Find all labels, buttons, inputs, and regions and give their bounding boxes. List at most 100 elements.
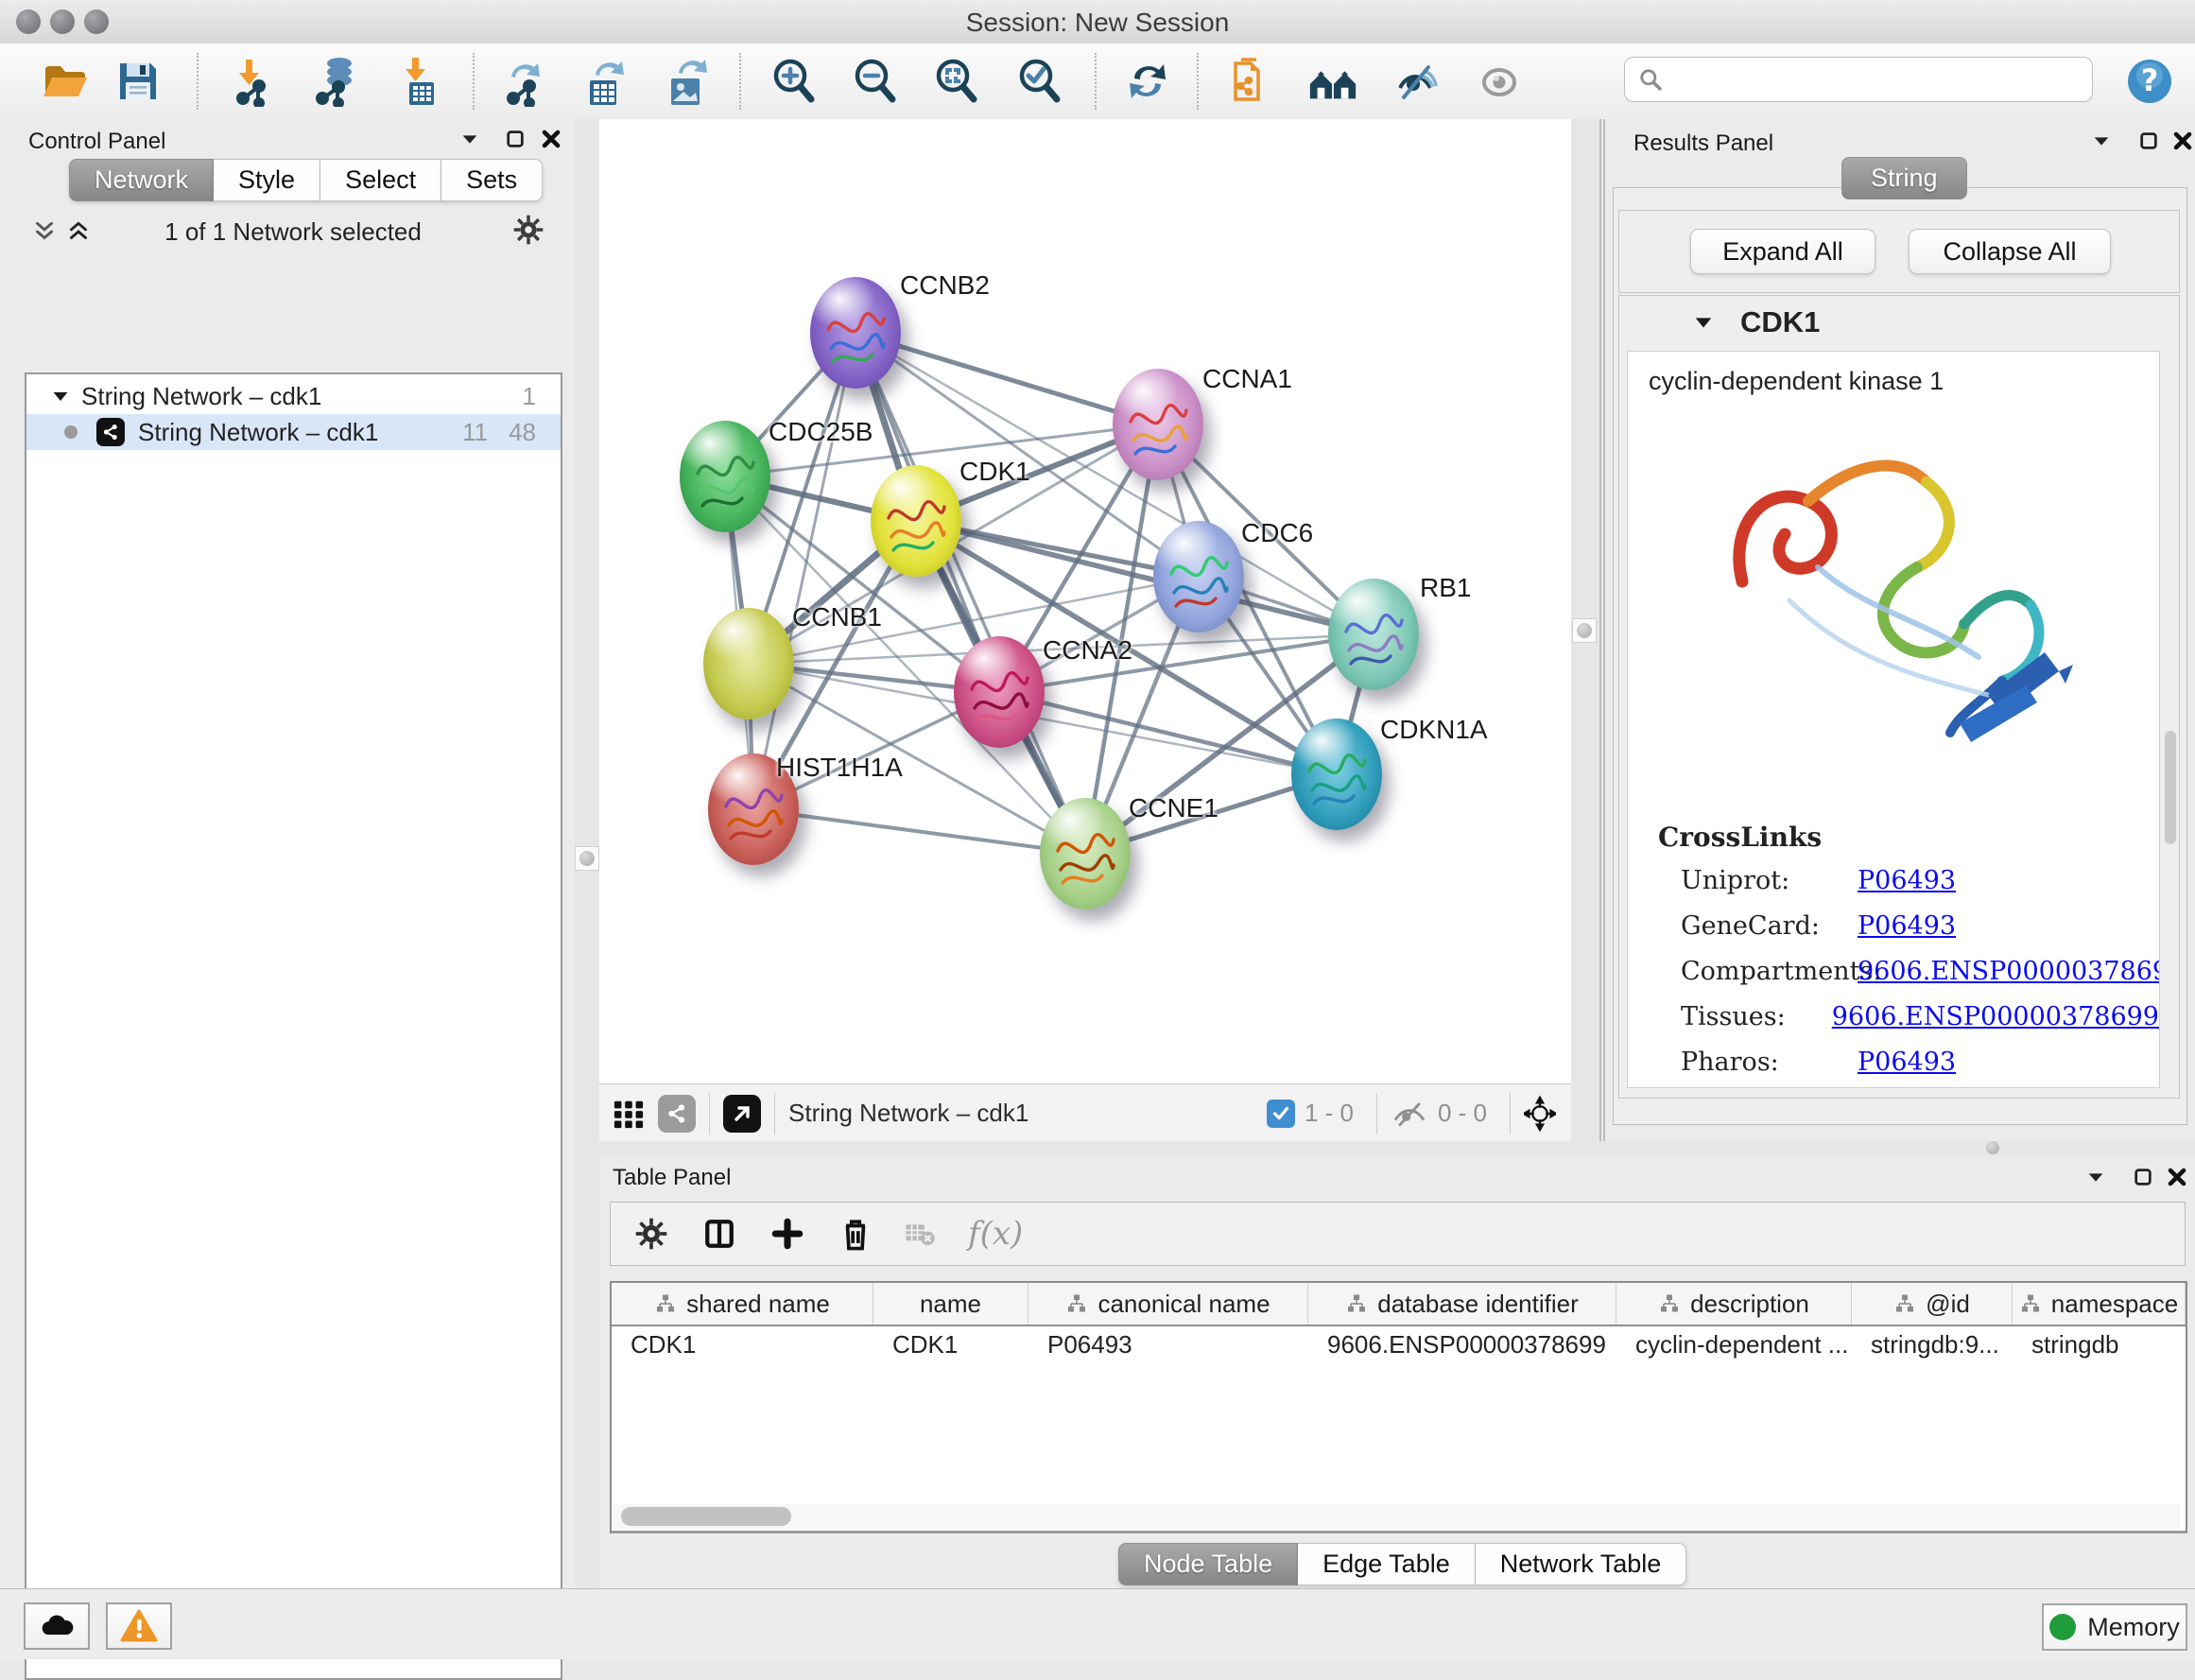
- export-network-button[interactable]: [499, 55, 552, 108]
- node-CCNA2[interactable]: [954, 636, 1045, 748]
- column-header-name[interactable]: name: [873, 1283, 1028, 1325]
- collapse-triangle-icon[interactable]: [1693, 312, 1714, 333]
- zoom-out-button[interactable]: [849, 55, 902, 108]
- tab-network[interactable]: Network: [69, 159, 214, 201]
- create-column-button[interactable]: [771, 1218, 804, 1250]
- table-cell[interactable]: stringdb: [2013, 1330, 2186, 1360]
- table-cell[interactable]: cyclin-dependent ...: [1616, 1330, 1852, 1360]
- table-panel-menu-button[interactable]: [2080, 1161, 2112, 1193]
- control-panel-menu-button[interactable]: [454, 123, 486, 155]
- table-hscrollbar[interactable]: [614, 1504, 2180, 1529]
- import-table-button[interactable]: [395, 55, 448, 108]
- collapse-all-tree-button[interactable]: [28, 216, 60, 248]
- tab-string[interactable]: String: [1841, 157, 1967, 199]
- crosslink-link[interactable]: P06493: [1858, 866, 1956, 895]
- network-collection-row[interactable]: String Network – cdk1 1: [26, 374, 561, 414]
- open-session-button[interactable]: [38, 55, 91, 108]
- zoom-selected-button[interactable]: [1013, 55, 1066, 108]
- table-cell[interactable]: P06493: [1028, 1330, 1308, 1360]
- table-panel-close-button[interactable]: [2161, 1161, 2193, 1193]
- zoom-in-button[interactable]: [768, 55, 821, 108]
- crosslink-link[interactable]: 9606.ENSP00000378699: [1832, 1002, 2159, 1031]
- results-scrollbar[interactable]: [2165, 731, 2176, 844]
- refresh-button[interactable]: [1121, 55, 1174, 108]
- search-input[interactable]: [1672, 64, 2092, 95]
- tree-expand-icon[interactable]: [51, 387, 70, 406]
- memory-button[interactable]: Memory: [2042, 1603, 2187, 1651]
- node-CDKN1A[interactable]: [1291, 719, 1382, 830]
- delete-table-button[interactable]: [904, 1218, 936, 1250]
- network-options-button[interactable]: [512, 214, 544, 246]
- string-view-button[interactable]: [658, 1095, 696, 1133]
- zoom-fit-button[interactable]: [930, 55, 983, 108]
- control-panel-close-button[interactable]: [535, 123, 567, 155]
- show-selection-button[interactable]: [1473, 55, 1526, 108]
- function-builder-button[interactable]: f(x): [968, 1215, 1023, 1253]
- horizontal-splitter-handle[interactable]: [1986, 1141, 1999, 1154]
- node-CCNB1[interactable]: [703, 608, 794, 719]
- table-cell[interactable]: CDK1: [612, 1330, 873, 1360]
- right-splitter[interactable]: [1571, 119, 1599, 1141]
- import-network-button[interactable]: [229, 55, 282, 108]
- tab-select[interactable]: Select: [320, 159, 441, 201]
- column-header-database-identifier[interactable]: database identifier: [1308, 1283, 1616, 1325]
- open-in-window-button[interactable]: [723, 1095, 761, 1133]
- table-row[interactable]: CDK1CDK1P064939606.ENSP00000378699cyclin…: [612, 1326, 2186, 1362]
- results-panel-menu-button[interactable]: [2085, 125, 2117, 157]
- horizontal-splitter[interactable]: [599, 1141, 2195, 1155]
- edge-CCNB2-CCNA1[interactable]: [856, 333, 1158, 424]
- table-options-button[interactable]: [635, 1218, 667, 1250]
- birds-eye-button[interactable]: [613, 1098, 645, 1130]
- table-hscrollbar-thumb[interactable]: [621, 1507, 791, 1526]
- node-CDC6[interactable]: [1153, 521, 1244, 632]
- results-panel-close-button[interactable]: [2167, 125, 2195, 157]
- crosslink-link[interactable]: P06493: [1858, 1048, 1956, 1077]
- column-header-@id[interactable]: @id: [1852, 1283, 2013, 1325]
- left-splitter-handle[interactable]: [575, 846, 599, 871]
- network-row-selected[interactable]: String Network – cdk1 11 48: [26, 414, 561, 450]
- cloud-button[interactable]: [24, 1602, 90, 1650]
- tab-edge-table[interactable]: Edge Table: [1298, 1543, 1476, 1585]
- network-canvas[interactable]: CCNB2CCNA1CDC25BCDK1CDC6RB1CCNB1CCNA2CDK…: [599, 119, 1571, 1083]
- column-header-description[interactable]: description: [1616, 1283, 1852, 1325]
- export-image-button[interactable]: [660, 55, 713, 108]
- edge-HIST1H1A-CCNE1[interactable]: [753, 809, 1085, 854]
- control-panel-float-button[interactable]: [499, 123, 531, 155]
- tab-network-table[interactable]: Network Table: [1476, 1543, 1687, 1585]
- node-CCNB2[interactable]: [810, 277, 901, 389]
- crosslink-link[interactable]: P06493: [1858, 911, 1956, 941]
- column-header-namespace[interactable]: namespace: [2013, 1283, 2186, 1325]
- column-header-shared-name[interactable]: shared name: [612, 1283, 873, 1325]
- fit-content-button[interactable]: [1524, 1098, 1556, 1130]
- search-field[interactable]: [1624, 57, 2093, 102]
- import-database-button[interactable]: [310, 55, 363, 108]
- node-CDK1[interactable]: [871, 465, 961, 577]
- expand-all-tree-button[interactable]: [62, 216, 95, 248]
- table-panel-float-button[interactable]: [2127, 1161, 2159, 1193]
- table-cell[interactable]: CDK1: [873, 1330, 1028, 1360]
- save-session-button[interactable]: [112, 55, 164, 108]
- node-RB1[interactable]: [1328, 579, 1419, 690]
- tab-sets[interactable]: Sets: [441, 159, 543, 201]
- results-panel-float-button[interactable]: [2133, 125, 2165, 157]
- delete-columns-button[interactable]: [839, 1218, 872, 1250]
- node-CDC25B[interactable]: [680, 421, 770, 532]
- export-table-button[interactable]: [579, 55, 631, 108]
- show-columns-button[interactable]: [703, 1218, 735, 1250]
- crosslink-link[interactable]: 9606.ENSP00000378699: [1858, 957, 2160, 986]
- left-splitter[interactable]: [575, 119, 600, 1588]
- tab-node-table[interactable]: Node Table: [1118, 1543, 1298, 1585]
- hide-selection-button[interactable]: [1390, 55, 1443, 108]
- collapse-all-button[interactable]: Collapse All: [1909, 229, 2111, 274]
- node-CCNE1[interactable]: [1040, 798, 1131, 909]
- help-button[interactable]: ?: [2123, 55, 2176, 108]
- warning-button[interactable]: [106, 1602, 172, 1650]
- edge-CCNB2-HIST1H1A[interactable]: [753, 333, 856, 809]
- tab-style[interactable]: Style: [214, 159, 320, 201]
- node-CCNA1[interactable]: [1113, 369, 1203, 480]
- right-splitter-handle[interactable]: [1572, 618, 1597, 643]
- clone-network-button[interactable]: [1225, 55, 1278, 108]
- protein-header[interactable]: CDK1: [1619, 296, 2179, 349]
- expand-all-button[interactable]: Expand All: [1690, 229, 1875, 274]
- welcome-screen-button[interactable]: [1306, 55, 1359, 108]
